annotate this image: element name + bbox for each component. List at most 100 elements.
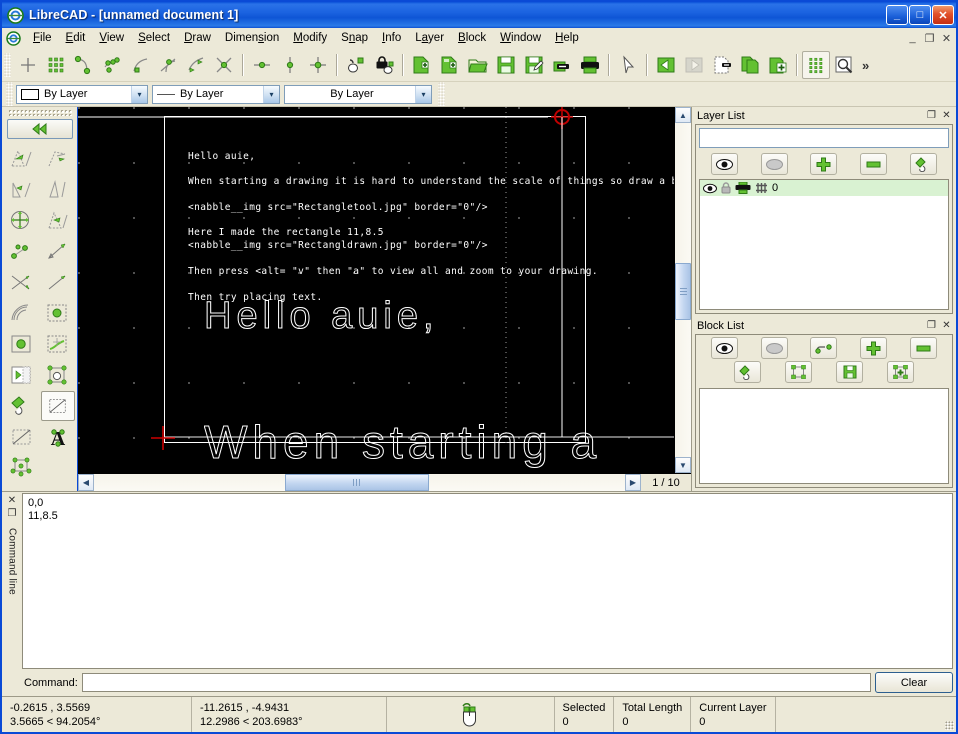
select-pointer-icon[interactable]	[614, 51, 642, 79]
dim-arc-icon[interactable]	[5, 298, 39, 328]
show-all-layers-icon[interactable]	[711, 153, 739, 175]
toolbar-grip[interactable]	[4, 53, 11, 77]
add-layer-icon[interactable]	[810, 153, 838, 175]
scroll-left-button[interactable]: ◀	[78, 474, 94, 491]
point-insert-icon[interactable]	[5, 329, 39, 359]
lock-icon[interactable]	[721, 182, 731, 194]
canvas-vertical-scrollbar[interactable]: ▲ ▼	[674, 107, 691, 473]
color-combo[interactable]: By Layer ▾	[16, 84, 148, 104]
dim-horizontal-icon[interactable]	[5, 174, 39, 204]
hide-all-blocks-icon[interactable]	[760, 337, 788, 359]
layer-list-float-button[interactable]: ❐	[925, 109, 938, 122]
paste-icon[interactable]	[764, 51, 792, 79]
redo-icon[interactable]	[680, 51, 708, 79]
toggle-block-view-icon[interactable]	[810, 337, 838, 359]
chevron-down-icon[interactable]: ▾	[131, 85, 147, 103]
hatch-area-icon[interactable]	[41, 298, 75, 328]
snap-on-entity-icon[interactable]	[126, 51, 154, 79]
drawing-canvas[interactable]: Hello auie, When starting a drawing it i…	[78, 107, 674, 473]
cut-icon[interactable]	[708, 51, 736, 79]
printer-icon[interactable]	[735, 182, 751, 194]
snap-middle-icon[interactable]	[182, 51, 210, 79]
dim-baseline-icon[interactable]	[41, 267, 75, 297]
window-close-button[interactable]: ✕	[932, 5, 954, 25]
block-create-icon[interactable]	[41, 360, 75, 390]
menu-select[interactable]: Select	[131, 30, 177, 46]
edit-block-icon[interactable]	[734, 361, 761, 383]
horizontal-scroll-track[interactable]	[94, 474, 625, 491]
block-list-float-button[interactable]: ❐	[925, 319, 938, 332]
block-list-close-button[interactable]: ✕	[940, 319, 953, 332]
edit-layer-icon[interactable]	[909, 153, 937, 175]
hide-all-layers-icon[interactable]	[760, 153, 788, 175]
text-tool-icon[interactable]: A	[41, 422, 75, 452]
dim-leader-icon[interactable]	[5, 236, 39, 266]
export-icon[interactable]	[548, 51, 576, 79]
new-file-icon[interactable]	[408, 51, 436, 79]
chevron-down-icon-3[interactable]: ▾	[415, 85, 431, 103]
scroll-up-button[interactable]: ▲	[675, 107, 691, 123]
snap-endpoint-icon[interactable]	[70, 51, 98, 79]
window-resize-grip[interactable]	[942, 697, 956, 732]
table-row[interactable]: 0	[700, 180, 948, 196]
show-all-blocks-icon[interactable]	[711, 337, 739, 359]
image-insert-icon[interactable]	[5, 360, 39, 390]
menu-edit[interactable]: Edit	[59, 30, 93, 46]
dim-angular-icon[interactable]	[41, 205, 75, 235]
attributes-toolbar-grip-2[interactable]	[438, 82, 445, 106]
dim-aligned-icon[interactable]	[5, 143, 39, 173]
create-block-icon[interactable]	[887, 361, 914, 383]
menu-window[interactable]: Window	[493, 30, 548, 46]
eye-icon[interactable]	[703, 183, 717, 194]
horizontal-scroll-thumb[interactable]	[285, 474, 429, 491]
linetype-combo[interactable]: By Layer ▾	[152, 84, 280, 104]
clear-button[interactable]: Clear	[875, 672, 953, 693]
mdi-restore-button[interactable]: ❐	[922, 31, 937, 46]
snap-center-icon[interactable]	[154, 51, 182, 79]
block-list[interactable]	[699, 388, 949, 484]
chevron-down-icon-2[interactable]: ▾	[263, 85, 279, 103]
menu-modify[interactable]: Modify	[286, 30, 334, 46]
polyline-tool-icon[interactable]	[5, 422, 39, 452]
vertical-scroll-thumb[interactable]	[675, 263, 691, 321]
layer-list-close-button[interactable]: ✕	[940, 109, 953, 122]
tool-palette-grip[interactable]	[7, 109, 72, 116]
snap-intersection-icon[interactable]	[210, 51, 238, 79]
save-as-icon[interactable]	[520, 51, 548, 79]
hatch-icon[interactable]	[755, 182, 768, 194]
vertical-scroll-track[interactable]	[675, 123, 691, 457]
menu-snap[interactable]: Snap	[334, 30, 375, 46]
menu-view[interactable]: View	[92, 30, 131, 46]
print-icon[interactable]	[576, 51, 604, 79]
window-maximize-button[interactable]: □	[909, 5, 931, 25]
menu-file[interactable]: FFileile	[26, 30, 59, 46]
relative-zero-icon[interactable]	[342, 51, 370, 79]
add-block-icon[interactable]	[860, 337, 888, 359]
mdi-close-button[interactable]: ✕	[939, 31, 954, 46]
layer-filter-input[interactable]	[699, 128, 949, 148]
block-explode-icon[interactable]	[5, 453, 39, 483]
menu-layer[interactable]: Layer	[408, 30, 451, 46]
toolbar-overflow-button[interactable]: »	[858, 58, 873, 73]
remove-block-icon[interactable]	[909, 337, 937, 359]
scroll-right-button[interactable]: ▶	[625, 474, 641, 491]
insert-block-icon[interactable]	[785, 361, 812, 383]
open-file-icon[interactable]	[464, 51, 492, 79]
menu-draw[interactable]: Draw	[177, 30, 218, 46]
menu-dimension[interactable]: Dimension	[218, 30, 286, 46]
window-minimize-button[interactable]: _	[886, 5, 908, 25]
lock-relative-zero-icon[interactable]	[370, 51, 398, 79]
new-from-template-icon[interactable]	[436, 51, 464, 79]
zoom-window-icon[interactable]	[830, 51, 858, 79]
snap-free-icon[interactable]	[14, 51, 42, 79]
restrict-vertical-icon[interactable]	[276, 51, 304, 79]
menu-info[interactable]: Info	[375, 30, 408, 46]
dim-radial-icon[interactable]	[5, 205, 39, 235]
remove-layer-icon[interactable]	[860, 153, 888, 175]
command-dock-close-button[interactable]: ✕	[5, 494, 19, 507]
menu-block[interactable]: Block	[451, 30, 493, 46]
grid-toggle-icon[interactable]	[802, 51, 830, 79]
copy-icon[interactable]	[736, 51, 764, 79]
restrict-horizontal-icon[interactable]	[248, 51, 276, 79]
command-dock-float-button[interactable]: ❐	[5, 507, 19, 520]
